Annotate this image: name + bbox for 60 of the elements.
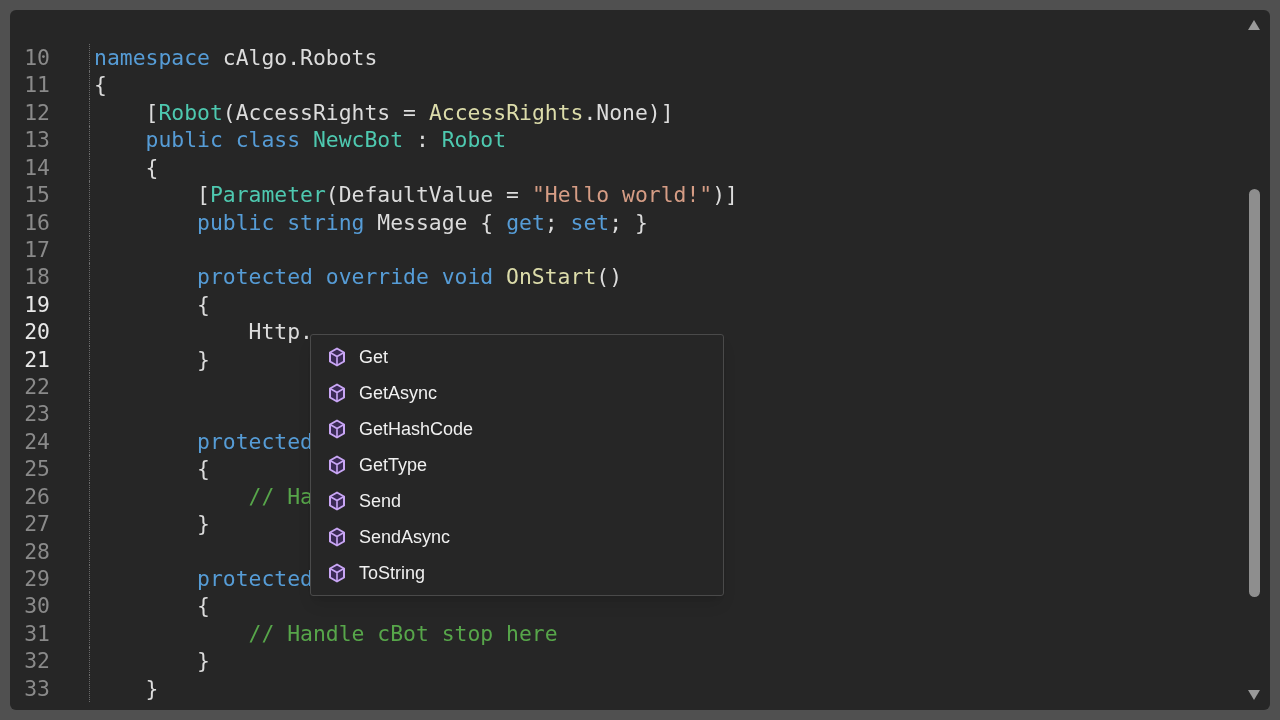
- completion-item[interactable]: GetAsync: [311, 375, 723, 411]
- line-number: 19: [23, 290, 51, 319]
- line-number: 14: [23, 153, 51, 182]
- completion-item[interactable]: Send: [311, 483, 723, 519]
- completion-item[interactable]: GetType: [311, 447, 723, 483]
- code-line: }: [196, 647, 210, 675]
- line-number: 12: [23, 98, 51, 127]
- line-number: 24: [23, 427, 51, 456]
- cube-icon: [328, 347, 346, 367]
- line-number: 32: [23, 647, 51, 675]
- completion-item[interactable]: GetHashCode: [311, 411, 723, 447]
- code-line: {: [94, 71, 107, 99]
- code-line: protected override void OnStart(): [196, 263, 623, 291]
- line-number: 27: [23, 510, 51, 538]
- line-number: 18: [23, 263, 51, 291]
- line-number: 11: [23, 71, 51, 99]
- code-line: {: [196, 455, 210, 483]
- line-number: 13: [23, 126, 51, 154]
- code-line: Http.: [247, 318, 313, 346]
- line-number: 22: [23, 373, 51, 401]
- line-number: 28: [23, 537, 51, 565]
- code-line: }: [144, 674, 159, 703]
- code-line: namespace cAlgo.Robots: [94, 44, 378, 72]
- cube-icon: [328, 383, 346, 403]
- code-line: [Robot(AccessRights = AccessRights.None)]: [144, 98, 674, 127]
- completion-item[interactable]: Get: [311, 339, 723, 375]
- code-line: {: [144, 153, 159, 182]
- code-line: }: [196, 510, 210, 538]
- line-number: 15: [23, 181, 51, 209]
- scrollbar-thumb[interactable]: [1248, 189, 1260, 597]
- cube-icon: [328, 455, 346, 475]
- line-number: 33: [23, 674, 51, 703]
- scroll-down-icon[interactable]: [1247, 689, 1261, 701]
- code-line: protected: [196, 565, 313, 593]
- code-line: [Parameter(DefaultValue = "Hello world!")]: [196, 181, 738, 209]
- line-number: 31: [23, 619, 51, 648]
- code-line: {: [196, 290, 210, 319]
- code-line: // Handle cBot stop here: [247, 619, 558, 648]
- line-number: 29: [23, 565, 51, 593]
- code-line: protected: [196, 427, 313, 456]
- code-line: public string Message { get; set; }: [196, 208, 648, 236]
- line-number: 10: [23, 44, 51, 72]
- line-number: 20: [23, 318, 51, 346]
- cube-icon: [328, 491, 346, 511]
- cube-icon: [328, 563, 346, 583]
- completion-item[interactable]: ToString: [311, 555, 723, 591]
- line-number: 26: [23, 482, 51, 511]
- code-line: }: [196, 345, 210, 374]
- line-number: 30: [23, 592, 51, 620]
- line-number: 23: [23, 400, 51, 428]
- code-line: {: [196, 592, 210, 620]
- cube-icon: [328, 419, 346, 439]
- code-line: public class NewcBot : Robot: [144, 126, 507, 154]
- line-number: 17: [23, 235, 51, 264]
- line-number: 21: [23, 345, 51, 374]
- line-number: 16: [23, 208, 51, 236]
- scroll-up-icon[interactable]: [1247, 19, 1261, 31]
- completion-item[interactable]: SendAsync: [311, 519, 723, 555]
- cube-icon: [328, 527, 346, 547]
- line-number: 25: [23, 455, 51, 483]
